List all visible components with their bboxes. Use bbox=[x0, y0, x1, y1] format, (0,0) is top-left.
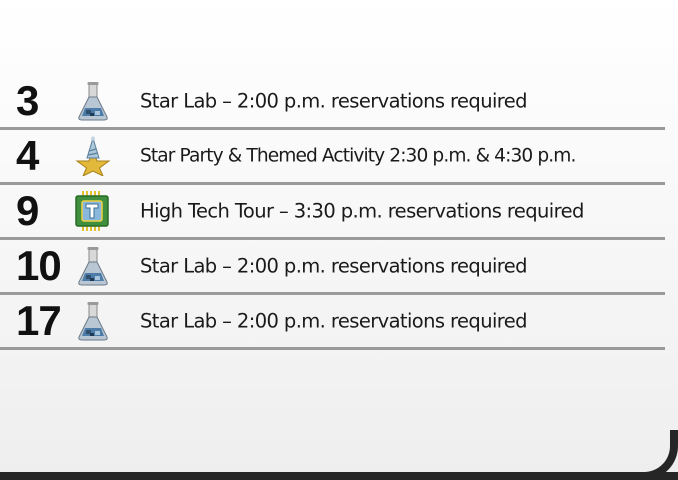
event-row: 3 Star Lab – 2:00 p.m. reservations requ… bbox=[0, 75, 665, 130]
event-row: 4 Star Party & Themed Activity 2:30 p.m.… bbox=[0, 130, 665, 185]
event-row: 10 Star Lab – 2:00 p.m. reservations req… bbox=[0, 240, 665, 295]
star-party-icon bbox=[74, 136, 112, 176]
flask-icon bbox=[74, 81, 112, 121]
panel-bottom-border bbox=[0, 472, 678, 480]
event-day: 10 bbox=[16, 242, 62, 289]
event-row: 17 Star Lab – 2:00 p.m. reservations req… bbox=[0, 295, 665, 350]
event-day: 17 bbox=[16, 297, 62, 344]
event-day: 3 bbox=[16, 77, 39, 124]
event-day: 4 bbox=[16, 132, 39, 179]
schedule-panel: 3 Star Lab – 2:00 p.m. reservations requ… bbox=[0, 0, 678, 480]
flask-icon bbox=[74, 246, 112, 286]
event-day: 9 bbox=[16, 187, 39, 234]
event-description: High Tech Tour – 3:30 p.m. reservations … bbox=[140, 199, 584, 223]
event-description: Star Lab – 2:00 p.m. reservations requir… bbox=[140, 254, 528, 278]
event-description: Star Lab – 2:00 p.m. reservations requir… bbox=[140, 309, 528, 333]
event-row: 9 High Tech Tour – 3:30 p.m. reservation… bbox=[0, 185, 665, 240]
flask-icon bbox=[74, 301, 112, 341]
high-tech-chip-icon bbox=[74, 191, 112, 231]
event-description: Star Lab – 2:00 p.m. reservations requir… bbox=[140, 89, 528, 113]
event-description: Star Party & Themed Activity 2:30 p.m. &… bbox=[140, 145, 576, 167]
event-list: 3 Star Lab – 2:00 p.m. reservations requ… bbox=[0, 75, 665, 350]
